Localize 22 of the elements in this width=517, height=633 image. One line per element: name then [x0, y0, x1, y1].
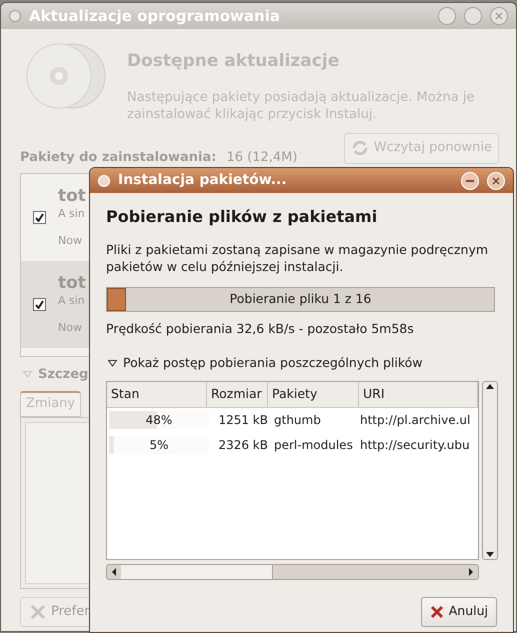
uri-cell-text: http://pl.archive.ul [359, 412, 470, 429]
dialog-heading: Pobieranie plików z pakietami [106, 206, 378, 228]
package-version: Now [58, 320, 83, 336]
uri-cell-text: http://security.ubu [359, 437, 470, 454]
package-summary: A sin [58, 293, 86, 309]
speed-text: Prędkość pobierania 32,6 kB/s - pozostało 5m58s [106, 320, 415, 338]
size-cell-text: 1251 kB [217, 412, 269, 429]
packages-count: 16 (12,4M) [226, 148, 298, 166]
progress-text: Pobieranie pliku 1 z 16 [230, 290, 372, 308]
status-text: 48% [144, 412, 174, 429]
dialog-description: Pliki z pakietami zostaną zapisane w magazynie podręcznym pakietów w celu późniejszej instalacji. [106, 241, 490, 275]
size-cell-text: 2326 kB [217, 437, 269, 454]
packages-label: Pakiety do zainstalowania: [20, 148, 216, 166]
dialog-title: Instalacja pakietów... [118, 171, 288, 190]
package-cell-text: perl-modules [273, 437, 354, 454]
status-text: 5% [148, 437, 170, 454]
package-version: Now [58, 232, 83, 248]
package-name: tot [58, 273, 86, 293]
package-cell-text: gthumb [273, 412, 322, 429]
package-name: tot [58, 186, 86, 206]
package-summary: A sin [58, 206, 86, 222]
window-title: Aktualizacje oprogramowania [29, 6, 281, 27]
